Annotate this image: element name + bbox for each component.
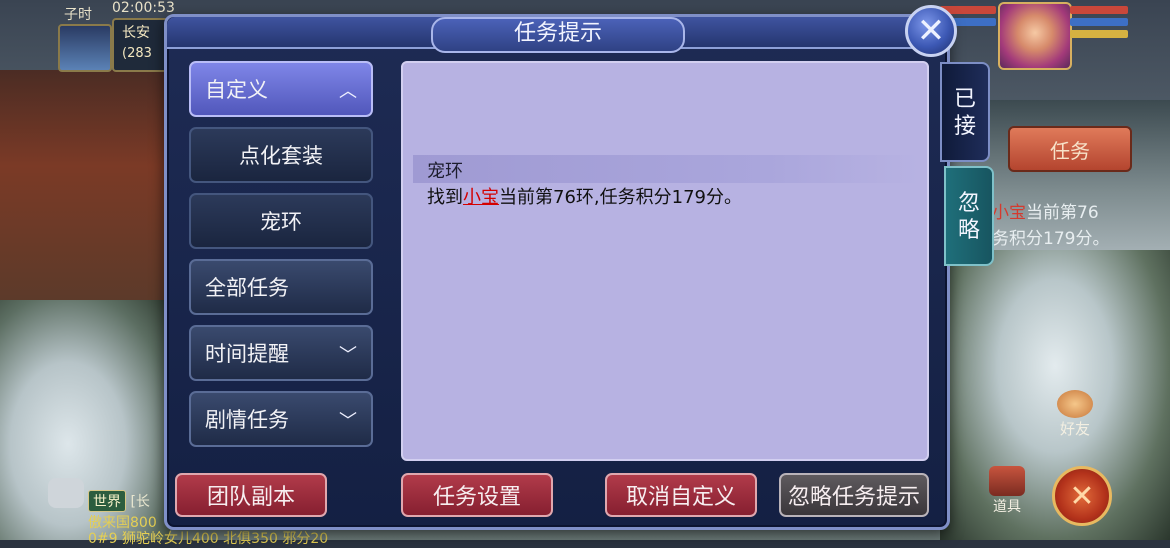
- friend-button[interactable]: 好友: [1050, 390, 1100, 440]
- ignore-task-hint-button[interactable]: 忽略任务提示: [779, 473, 929, 517]
- category-item-pet-ring[interactable]: 宠环: [189, 193, 373, 249]
- category-item-dianhua[interactable]: 点化套装: [189, 127, 373, 183]
- chevron-down-icon: ﹀: [339, 411, 357, 432]
- category-story-tasks[interactable]: 剧情任务 ﹀: [189, 391, 373, 447]
- tab-ignored[interactable]: 忽 略: [944, 166, 994, 266]
- task-heading-bar: 宠环: [413, 155, 919, 183]
- hud-menu-close-icon[interactable]: ✕: [1052, 466, 1112, 526]
- chat-channel-suffix: [长: [130, 494, 150, 510]
- hud-task-button[interactable]: 任务: [1008, 126, 1132, 172]
- friend-label: 好友: [1059, 420, 1090, 438]
- handshake-icon: [1057, 390, 1093, 418]
- npc-link[interactable]: 小宝: [463, 187, 499, 208]
- chat-channel[interactable]: 世界 [长: [88, 490, 150, 512]
- tab-ignored-label: 忽 略: [957, 191, 980, 243]
- clock-label: 02:00:53: [112, 0, 175, 16]
- category-time-reminder[interactable]: 时间提醒 ﹀: [189, 325, 373, 381]
- chevron-down-icon: ﹀: [339, 345, 357, 366]
- bag-label: 道具: [993, 499, 1021, 515]
- cancel-custom-button[interactable]: 取消自定义: [605, 473, 757, 517]
- tracker-line2: 务积分179分。: [992, 229, 1110, 249]
- team-dungeon-button[interactable]: 团队副本: [175, 473, 327, 517]
- task-settings-button[interactable]: 任务设置: [401, 473, 553, 517]
- player-sp-bar: [1070, 30, 1128, 38]
- task-hint-dialog: 任务提示 ✕ 自定义 ︿ 点化套装 宠环 全部任务 时间提醒 ﹀ 剧情任务 ﹀ …: [164, 5, 957, 530]
- period-label: 子时: [64, 7, 92, 23]
- faction-flag-icon[interactable]: [58, 24, 112, 72]
- tab-accepted-label: 已 接: [953, 87, 976, 139]
- close-icon[interactable]: ✕: [905, 5, 957, 57]
- dialog-title: 任务提示: [431, 17, 685, 53]
- task-description: 找到小宝当前第76环,任务积分179分。: [427, 187, 742, 208]
- chat-channel-tag: 世界: [88, 490, 126, 512]
- chevron-up-icon: ︿: [339, 81, 357, 102]
- task-content-panel: 宠环 找到小宝当前第76环,任务积分179分。: [401, 61, 929, 461]
- tracker-npc: 小宝: [992, 203, 1026, 223]
- tab-accepted[interactable]: 已 接: [940, 62, 990, 162]
- player-mp-bar: [1070, 18, 1128, 26]
- category-custom[interactable]: 自定义 ︿: [189, 61, 373, 117]
- city-name: 长安: [122, 25, 150, 41]
- chat-bubble-icon[interactable]: [48, 478, 84, 508]
- category-all-tasks[interactable]: 全部任务: [189, 259, 373, 315]
- bag-button[interactable]: 道具: [982, 466, 1032, 522]
- task-heading: 宠环: [427, 161, 463, 182]
- task-tracker[interactable]: 小宝当前第76 务积分179分。: [992, 200, 1162, 252]
- player-avatar[interactable]: [998, 2, 1072, 70]
- player-hp-bar: [1070, 6, 1128, 14]
- time-indicator: 子时 02:00:53: [50, 0, 175, 23]
- scene-building-left: [0, 70, 165, 310]
- bag-icon: [989, 466, 1025, 496]
- chat-line-2: 0#9 狮驼岭女儿400 北俱350 邪分20: [88, 531, 329, 547]
- city-coords: (283: [122, 46, 152, 61]
- category-list[interactable]: 自定义 ︿ 点化套装 宠环 全部任务 时间提醒 ﹀ 剧情任务 ﹀: [185, 61, 375, 449]
